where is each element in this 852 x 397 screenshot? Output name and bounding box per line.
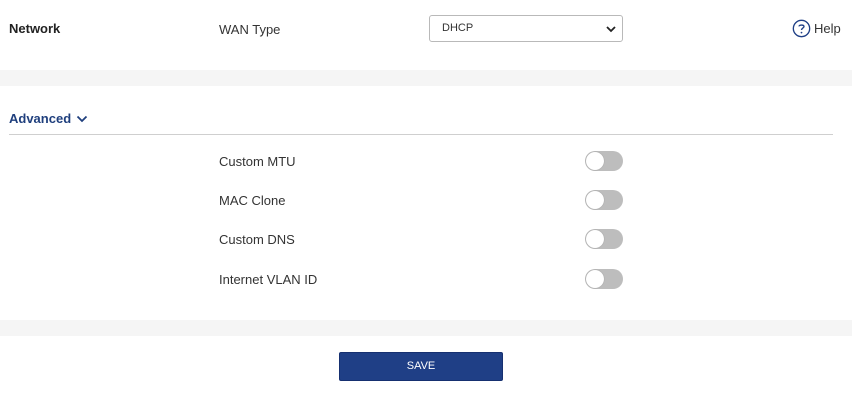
network-section: Network WAN Type DHCP Help <box>0 0 852 70</box>
option-row-mac-clone: MAC Clone <box>0 189 852 213</box>
option-label: MAC Clone <box>219 193 286 208</box>
help-label: Help <box>814 21 841 36</box>
mac-clone-toggle[interactable] <box>585 190 623 210</box>
option-label: Custom MTU <box>219 154 296 169</box>
custom-dns-toggle[interactable] <box>585 229 623 249</box>
chevron-down-icon <box>606 26 616 33</box>
toggle-knob <box>586 191 604 209</box>
advanced-label: Advanced <box>9 111 72 126</box>
option-row-custom-mtu: Custom MTU <box>0 150 852 174</box>
chevron-down-icon <box>77 115 88 122</box>
wan-type-value: DHCP <box>442 22 474 34</box>
section-separator <box>0 320 852 336</box>
help-icon <box>792 19 811 38</box>
section-separator <box>0 70 852 86</box>
option-label: Custom DNS <box>219 232 295 247</box>
section-title: Network <box>9 21 61 36</box>
custom-mtu-toggle[interactable] <box>585 151 623 171</box>
toggle-knob <box>586 152 604 170</box>
page: Network WAN Type DHCP Help Advanced Cust… <box>0 0 852 397</box>
option-row-custom-dns: Custom DNS <box>0 228 852 252</box>
divider <box>9 134 833 135</box>
help-link[interactable]: Help <box>792 19 841 38</box>
internet-vlan-id-toggle[interactable] <box>585 269 623 289</box>
advanced-toggle[interactable]: Advanced <box>9 111 88 126</box>
save-button[interactable]: SAVE <box>339 352 503 381</box>
toggle-knob <box>586 270 604 288</box>
wan-type-label: WAN Type <box>219 22 281 37</box>
toggle-knob <box>586 230 604 248</box>
wan-type-select[interactable]: DHCP <box>429 15 623 42</box>
option-row-internet-vlan-id: Internet VLAN ID <box>0 268 852 292</box>
option-label: Internet VLAN ID <box>219 272 318 287</box>
